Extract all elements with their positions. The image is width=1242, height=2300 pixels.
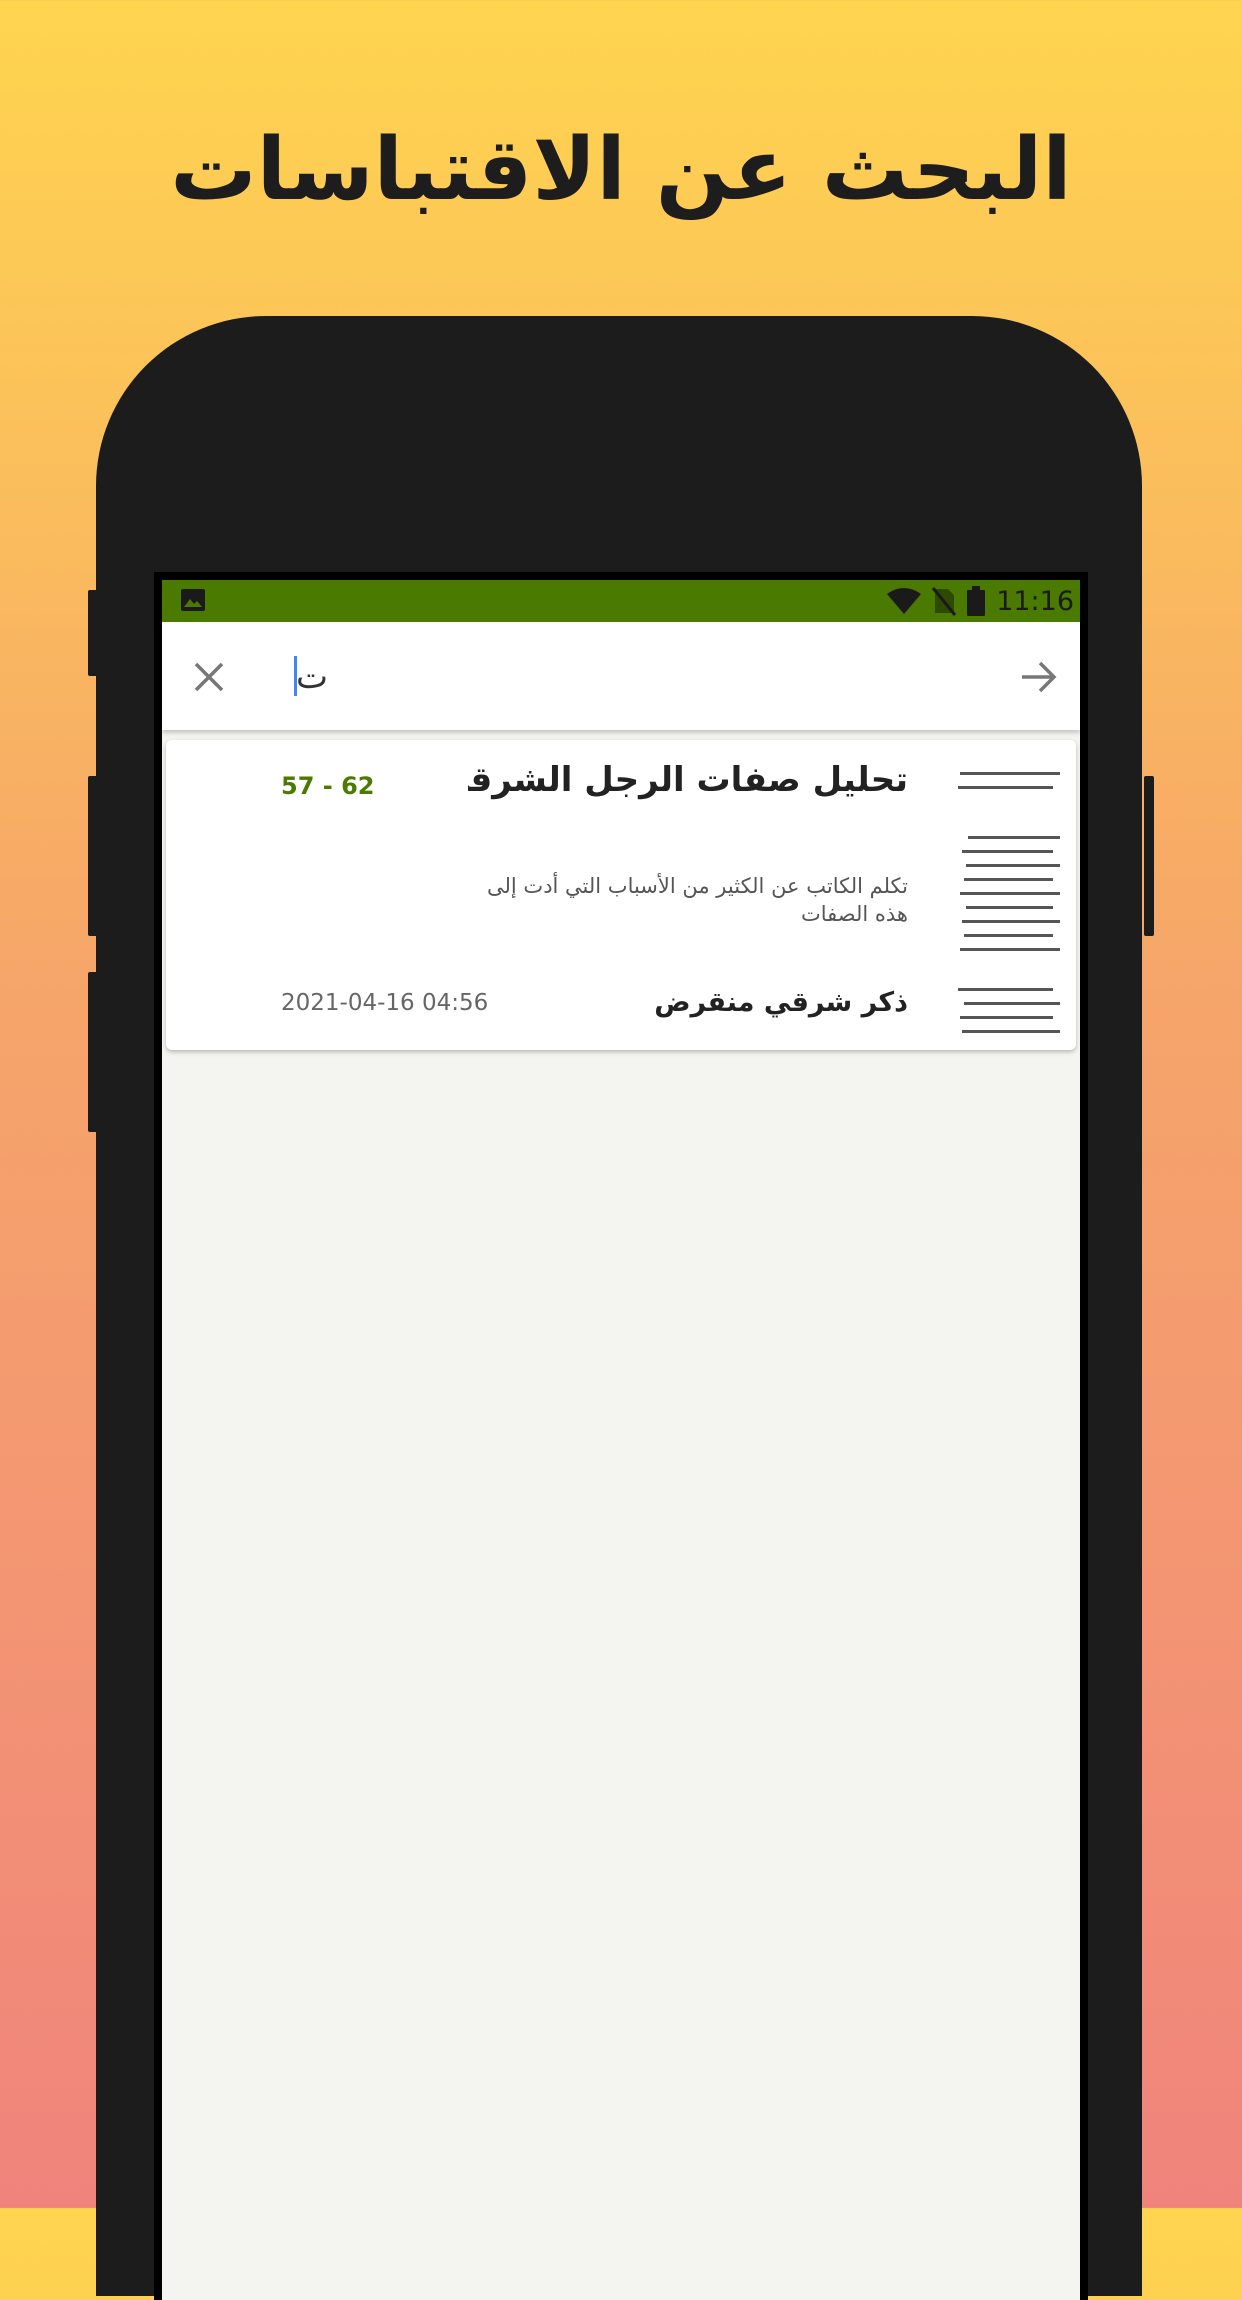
- book-page-thumbnail: [950, 766, 1060, 1038]
- quote-result-card[interactable]: تحليل صفات الرجل الشرقي 57 - 62 تكلم الك…: [166, 740, 1076, 1050]
- thumbnail-text-line: [966, 864, 1060, 867]
- thumbnail-text-line: [960, 948, 1060, 951]
- thumbnail-text-line: [960, 1016, 1053, 1019]
- thumbnail-text-line: [966, 906, 1053, 909]
- image-icon: [181, 589, 205, 611]
- search-bar: [162, 622, 1080, 730]
- page-headline: البحث عن الاقتباسات: [170, 120, 1072, 220]
- thumbnail-text-line: [964, 878, 1053, 881]
- text-cursor: [294, 656, 297, 696]
- thumbnail-text-line: [960, 772, 1060, 775]
- arrow-right-icon[interactable]: [1020, 660, 1058, 694]
- phone-side-button: [1144, 776, 1154, 936]
- thumbnail-text-line: [962, 1030, 1060, 1033]
- search-input[interactable]: [294, 644, 898, 710]
- close-icon[interactable]: [192, 660, 226, 694]
- phone-frame: 11:16 تحليل صفات الرجل الشرقي 57 - 62: [96, 316, 1142, 2300]
- thumbnail-text-line: [960, 892, 1060, 895]
- result-author: ذكر شرقي منقرض: [654, 987, 908, 1018]
- no-sim-icon: [932, 587, 957, 616]
- status-time: 11:16: [996, 585, 1074, 617]
- result-date: 2021-04-16 04:56: [281, 990, 489, 1016]
- status-bar: 11:16: [162, 580, 1080, 622]
- battery-icon: [967, 586, 986, 616]
- phone-screen: 11:16 تحليل صفات الرجل الشرقي 57 - 62: [154, 572, 1088, 2300]
- thumbnail-text-line: [958, 786, 1053, 789]
- result-description: تكلم الكاتب عن الكثير من الأسباب التي أد…: [487, 874, 908, 926]
- thumbnail-text-line: [964, 1002, 1060, 1005]
- result-title: تحليل صفات الرجل الشرقي: [468, 760, 908, 800]
- result-page-range: 57 - 62: [281, 772, 375, 800]
- thumbnail-text-line: [962, 850, 1053, 853]
- thumbnail-text-line: [968, 836, 1060, 839]
- wifi-icon: [887, 588, 922, 614]
- thumbnail-text-line: [958, 988, 1053, 991]
- thumbnail-text-line: [962, 920, 1060, 923]
- thumbnail-text-line: [964, 934, 1053, 937]
